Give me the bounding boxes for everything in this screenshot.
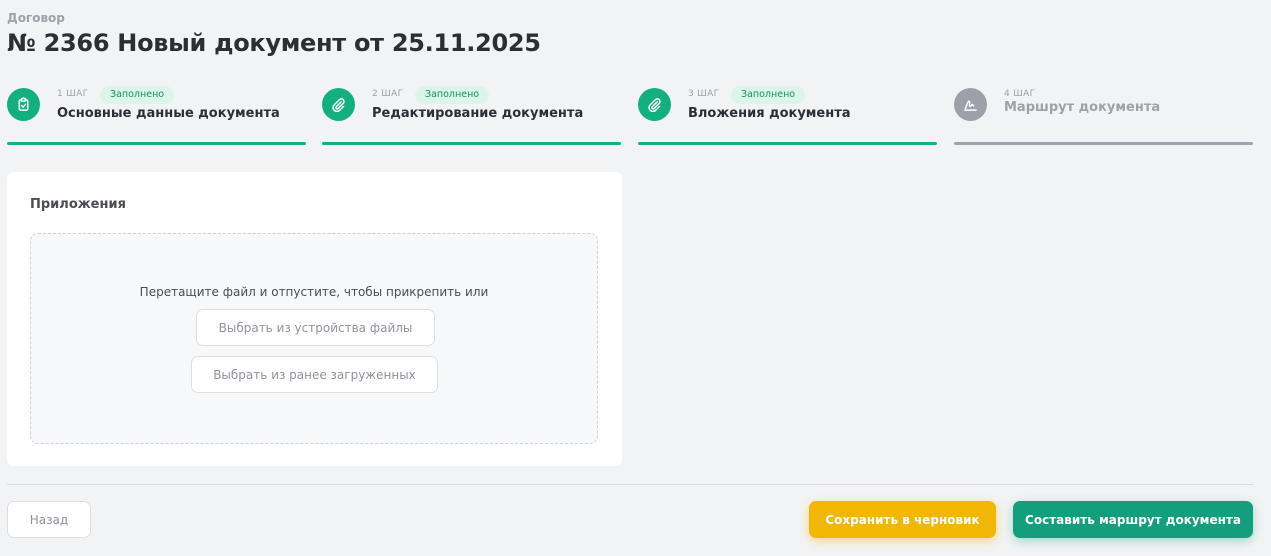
step-name: Основные данные документа bbox=[57, 106, 280, 121]
step-4[interactable]: 4 ШАГ Маршрут документа bbox=[954, 85, 1253, 145]
step-name: Редактирование документа bbox=[372, 106, 584, 121]
step-number: 4 ШАГ bbox=[1004, 89, 1036, 99]
clipboard-icon bbox=[7, 88, 40, 121]
page-title: № 2366 Новый документ от 25.11.2025 bbox=[7, 29, 541, 57]
choose-from-device-button[interactable]: Выбрать из устройства файлы bbox=[196, 309, 435, 346]
step-1[interactable]: 1 ШАГ Заполнено Основные данные документ… bbox=[7, 85, 306, 145]
step-progress-bar bbox=[638, 142, 937, 145]
step-2[interactable]: 2 ШАГ Заполнено Редактирование документа bbox=[322, 85, 621, 145]
paperclip-icon bbox=[638, 88, 671, 121]
step-progress-bar bbox=[7, 142, 306, 145]
status-badge: Заполнено bbox=[731, 86, 806, 104]
step-name: Вложения документа bbox=[688, 106, 851, 121]
choose-from-uploaded-button[interactable]: Выбрать из ранее загруженных bbox=[191, 356, 438, 393]
document-type-label: Договор bbox=[7, 11, 65, 25]
step-number: 3 ШАГ bbox=[688, 89, 720, 99]
step-3[interactable]: 3 ШАГ Заполнено Вложения документа bbox=[638, 85, 937, 145]
paperclip-icon bbox=[322, 88, 355, 121]
step-name: Маршрут документа bbox=[1004, 100, 1161, 115]
step-number: 1 ШАГ bbox=[57, 89, 89, 99]
attachments-title: Приложения bbox=[30, 197, 126, 212]
attachments-card: Приложения Перетащите файл и отпустите, … bbox=[7, 172, 622, 466]
status-badge: Заполнено bbox=[100, 86, 175, 104]
step-progress-bar bbox=[954, 142, 1253, 145]
divider bbox=[7, 484, 1253, 485]
build-route-button[interactable]: Составить маршрут документа bbox=[1013, 501, 1253, 538]
step-number: 2 ШАГ bbox=[372, 89, 404, 99]
step-progress-bar bbox=[322, 142, 621, 145]
save-draft-button[interactable]: Сохранить в черновик bbox=[809, 501, 996, 538]
back-button[interactable]: Назад bbox=[7, 501, 91, 538]
file-dropzone[interactable]: Перетащите файл и отпустите, чтобы прикр… bbox=[30, 233, 598, 444]
page: Договор № 2366 Новый документ от 25.11.2… bbox=[0, 0, 1271, 556]
status-badge: Заполнено bbox=[415, 86, 490, 104]
drop-hint: Перетащите файл и отпустите, чтобы прикр… bbox=[139, 285, 489, 299]
signature-icon bbox=[954, 88, 987, 121]
